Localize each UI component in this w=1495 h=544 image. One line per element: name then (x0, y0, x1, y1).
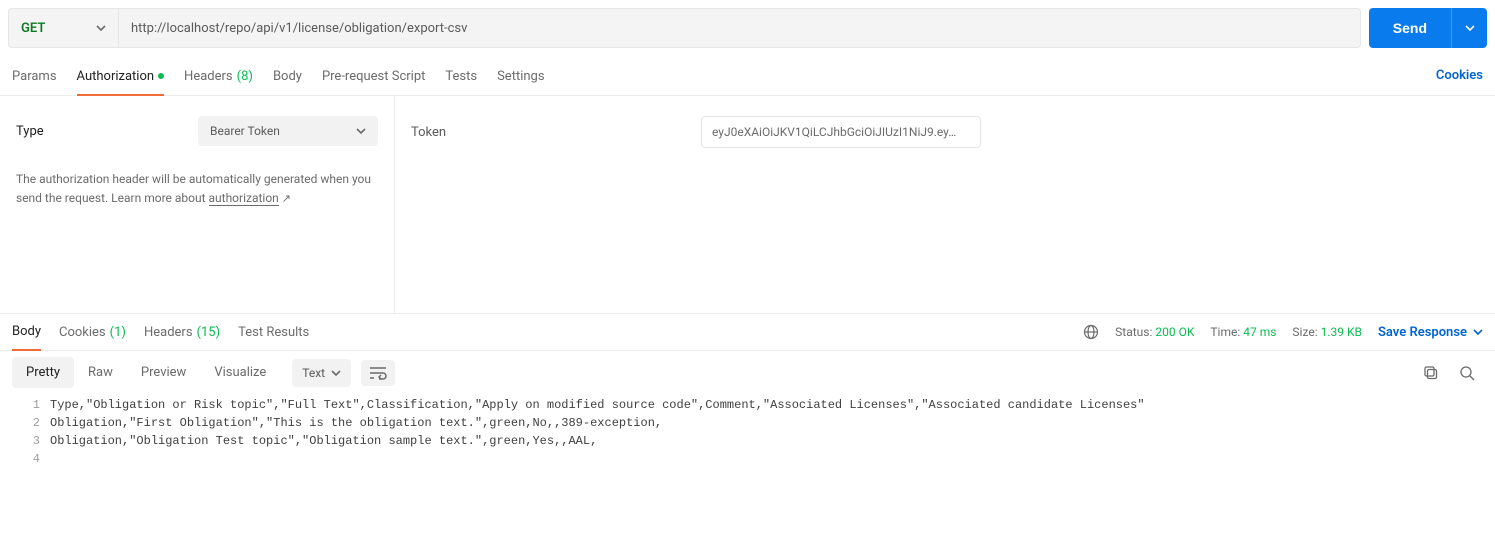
code-lines: Type,"Obligation or Risk topic","Full Te… (50, 396, 1495, 468)
code-line: Obligation,"Obligation Test topic","Obli… (50, 432, 1495, 450)
response-tab-body[interactable]: Body (12, 314, 41, 351)
view-mode-raw[interactable]: Raw (74, 357, 127, 388)
view-mode-pretty[interactable]: Pretty (12, 357, 74, 388)
tab-params[interactable]: Params (12, 57, 57, 95)
active-indicator-icon (158, 73, 164, 79)
tab-pre-request-script[interactable]: Pre-request Script (322, 57, 425, 95)
code-line: Type,"Obligation or Risk topic","Full Te… (50, 396, 1495, 414)
tab-settings[interactable]: Settings (497, 57, 544, 95)
body-type-select[interactable]: Text (292, 359, 351, 387)
search-button[interactable] (1459, 365, 1475, 381)
chevron-down-icon (1465, 25, 1475, 31)
view-mode-visualize[interactable]: Visualize (200, 357, 280, 388)
code-line (50, 450, 1495, 468)
tab-headers[interactable]: Headers (8) (184, 57, 253, 95)
chevron-down-icon (331, 370, 341, 376)
external-link-icon: ↗ (282, 192, 291, 205)
wrap-icon (369, 366, 387, 380)
token-value: eyJ0eXAiOiJKV1QiLCJhbGciOiJIUzI1NiJ9.ey… (712, 125, 956, 139)
copy-button[interactable] (1423, 365, 1439, 381)
token-label: Token (411, 125, 701, 140)
http-method-select[interactable]: GET (9, 9, 119, 47)
tab-tests[interactable]: Tests (445, 57, 477, 95)
status-block: Status: 200 OK (1115, 325, 1194, 339)
response-tab-cookies[interactable]: Cookies (1) (59, 314, 126, 350)
response-body[interactable]: 1 2 3 4 Type,"Obligation or Risk topic",… (0, 394, 1495, 470)
auth-type-select[interactable]: Bearer Token (198, 116, 378, 146)
time-block: Time: 47 ms (1210, 325, 1276, 339)
request-url-text: http://localhost/repo/api/v1/license/obl… (131, 21, 467, 36)
chevron-down-icon (96, 25, 106, 31)
response-tab-headers[interactable]: Headers (15) (144, 314, 220, 350)
code-line: Obligation,"First Obligation","This is t… (50, 414, 1495, 432)
http-method-value: GET (21, 21, 45, 36)
tab-authorization[interactable]: Authorization (77, 57, 165, 96)
globe-icon[interactable] (1083, 324, 1099, 340)
chevron-down-icon (356, 128, 366, 134)
response-tab-test-results[interactable]: Test Results (238, 314, 309, 350)
view-mode-preview[interactable]: Preview (127, 357, 200, 388)
auth-type-label: Type (16, 124, 44, 139)
token-input[interactable]: eyJ0eXAiOiJKV1QiLCJhbGciOiJIUzI1NiJ9.ey… (701, 116, 981, 148)
line-gutter: 1 2 3 4 (0, 396, 50, 468)
auth-description: The authorization header will be automat… (16, 170, 376, 208)
search-icon (1459, 365, 1475, 381)
save-response-button[interactable]: Save Response (1378, 325, 1483, 340)
authorization-doc-link[interactable]: authorization (209, 191, 279, 206)
auth-type-value: Bearer Token (210, 124, 280, 138)
send-dropdown-button[interactable] (1451, 8, 1487, 48)
cookies-link[interactable]: Cookies (1436, 56, 1483, 95)
chevron-down-icon (1473, 329, 1483, 335)
request-url-input[interactable]: http://localhost/repo/api/v1/license/obl… (119, 9, 1360, 47)
copy-icon (1423, 365, 1439, 381)
send-button[interactable]: Send (1369, 8, 1451, 48)
wrap-toggle-button[interactable] (361, 360, 395, 386)
tab-body[interactable]: Body (273, 57, 302, 95)
size-block: Size: 1.39 KB (1292, 325, 1362, 339)
